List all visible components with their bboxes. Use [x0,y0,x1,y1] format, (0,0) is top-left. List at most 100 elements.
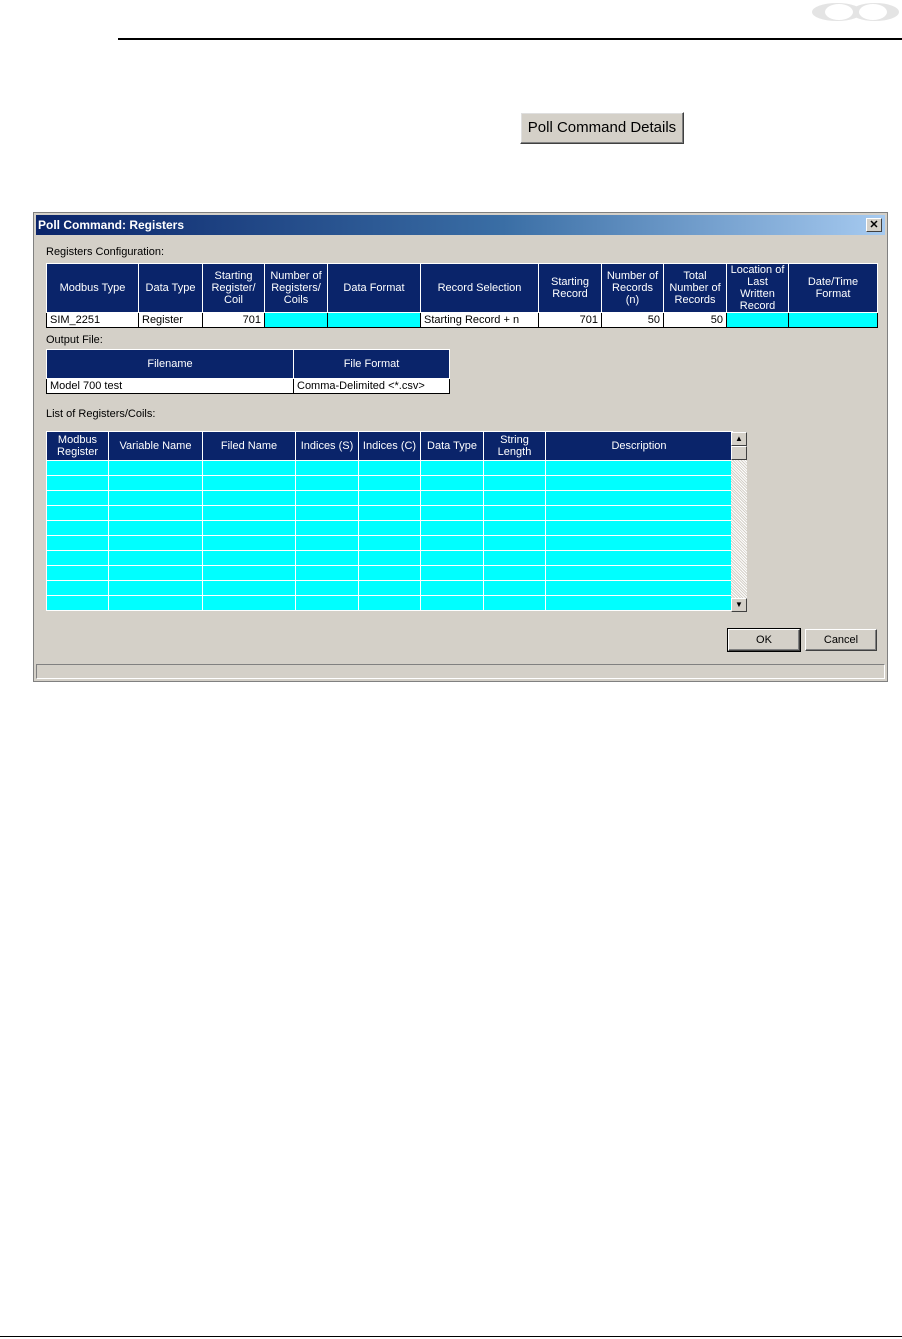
list-cell[interactable] [202,550,296,566]
list-cell[interactable] [420,580,484,596]
list-cell[interactable] [483,475,546,491]
list-cell[interactable] [295,535,359,551]
list-cell[interactable] [545,505,733,521]
list-cell[interactable] [108,565,203,581]
list-cell[interactable] [358,595,421,611]
list-cell[interactable] [108,535,203,551]
ok-button[interactable]: OK [727,628,801,652]
list-cell[interactable] [108,475,203,491]
list-cell[interactable] [108,580,203,596]
list-cell[interactable] [46,535,109,551]
cell-total-records[interactable]: 50 [663,312,727,328]
poll-command-details-button[interactable]: Poll Command Details [520,112,684,144]
list-cell[interactable] [202,460,296,476]
list-cell[interactable] [483,490,546,506]
list-cell[interactable] [483,580,546,596]
list-cell[interactable] [46,505,109,521]
cell-file-format[interactable]: Comma-Delimited <*.csv> [293,378,450,394]
list-cell[interactable] [545,580,733,596]
list-cell[interactable] [202,490,296,506]
list-vertical-scrollbar[interactable]: ▲ ▼ [731,432,747,612]
list-cell[interactable] [483,550,546,566]
list-cell[interactable] [108,490,203,506]
list-cell[interactable] [420,535,484,551]
list-cell[interactable] [420,550,484,566]
list-cell[interactable] [46,595,109,611]
list-cell[interactable] [545,475,733,491]
list-cell[interactable] [420,460,484,476]
list-cell[interactable] [545,565,733,581]
list-cell[interactable] [108,460,203,476]
list-cell[interactable] [358,535,421,551]
scroll-down-arrow-icon[interactable]: ▼ [731,598,747,612]
cell-number-of-registers[interactable] [264,312,328,328]
list-cell[interactable] [202,505,296,521]
list-cell[interactable] [358,550,421,566]
list-cell[interactable] [545,520,733,536]
list-cell[interactable] [202,565,296,581]
list-cell[interactable] [545,535,733,551]
list-cell[interactable] [420,505,484,521]
list-cell[interactable] [483,505,546,521]
cell-starting-record[interactable]: 701 [538,312,602,328]
list-cell[interactable] [358,505,421,521]
list-cell[interactable] [358,565,421,581]
close-icon[interactable]: ✕ [866,218,882,232]
list-cell[interactable] [295,475,359,491]
list-cell[interactable] [46,550,109,566]
list-cell[interactable] [108,550,203,566]
list-cell[interactable] [295,520,359,536]
list-cell[interactable] [295,460,359,476]
list-cell[interactable] [358,490,421,506]
list-cell[interactable] [420,595,484,611]
list-cell[interactable] [202,475,296,491]
list-cell[interactable] [202,580,296,596]
list-cell[interactable] [295,595,359,611]
list-cell[interactable] [202,535,296,551]
list-cell[interactable] [46,460,109,476]
cell-data-format[interactable] [327,312,421,328]
list-cell[interactable] [295,490,359,506]
list-cell[interactable] [420,490,484,506]
cell-modbus-type[interactable]: SIM_2251 [46,312,139,328]
scroll-up-arrow-icon[interactable]: ▲ [731,432,747,446]
list-cell[interactable] [202,595,296,611]
list-cell[interactable] [108,520,203,536]
list-cell[interactable] [295,550,359,566]
cell-record-selection[interactable]: Starting Record + n [420,312,539,328]
cell-data-type[interactable]: Register [138,312,203,328]
list-cell[interactable] [483,595,546,611]
list-cell[interactable] [295,565,359,581]
list-cell[interactable] [46,565,109,581]
list-cell[interactable] [358,475,421,491]
list-cell[interactable] [545,595,733,611]
cell-location-last-written[interactable] [726,312,789,328]
cell-filename[interactable]: Model 700 test [46,378,294,394]
list-cell[interactable] [420,565,484,581]
list-cell[interactable] [483,460,546,476]
list-cell[interactable] [545,550,733,566]
list-cell[interactable] [46,580,109,596]
list-cell[interactable] [295,505,359,521]
list-cell[interactable] [295,580,359,596]
list-cell[interactable] [108,595,203,611]
list-cell[interactable] [108,505,203,521]
cell-starting-register[interactable]: 701 [202,312,265,328]
list-cell[interactable] [46,490,109,506]
list-cell[interactable] [483,565,546,581]
list-cell[interactable] [358,580,421,596]
list-cell[interactable] [358,460,421,476]
cell-number-of-records[interactable]: 50 [601,312,664,328]
cancel-button[interactable]: Cancel [805,629,877,651]
list-cell[interactable] [483,520,546,536]
list-cell[interactable] [46,520,109,536]
list-cell[interactable] [46,475,109,491]
list-cell[interactable] [545,490,733,506]
scroll-thumb[interactable] [731,446,747,460]
list-cell[interactable] [420,520,484,536]
list-cell[interactable] [358,520,421,536]
list-cell[interactable] [545,460,733,476]
list-cell[interactable] [483,535,546,551]
list-cell[interactable] [420,475,484,491]
cell-datetime-format[interactable] [788,312,878,328]
